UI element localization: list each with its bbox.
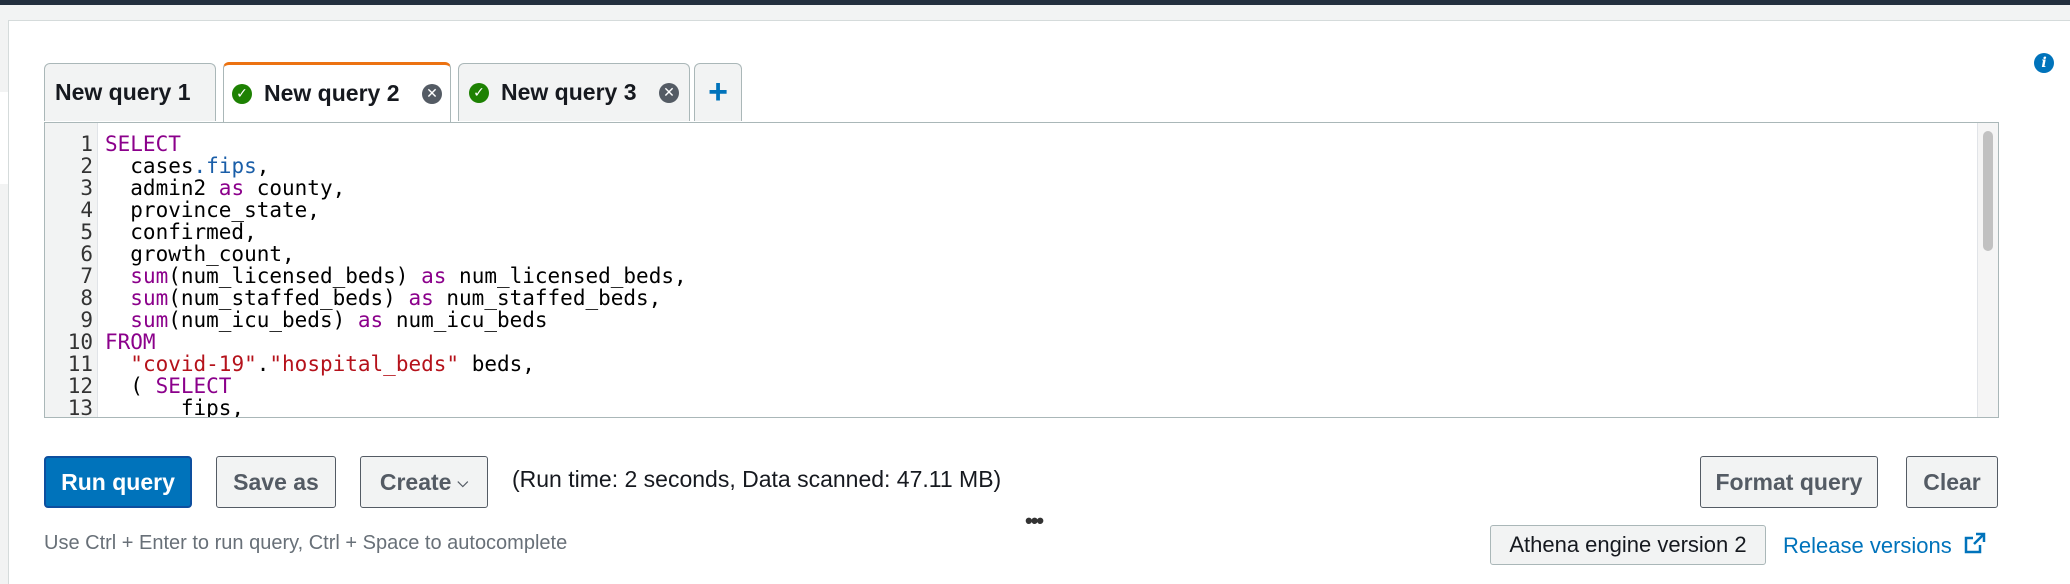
code-line: growth_count, <box>105 243 1968 265</box>
line-number: 12 <box>67 374 93 398</box>
code-line: FROM <box>105 331 1968 353</box>
line-number: 1 <box>80 132 93 156</box>
code-token: . <box>256 352 270 376</box>
code-line: SELECT <box>105 133 1968 155</box>
code-token: "covid-19" <box>130 352 257 376</box>
tab-label: New query 3 <box>501 79 637 105</box>
chevron-down-icon: ⌵ <box>457 473 469 490</box>
code-token: beds, <box>459 352 535 376</box>
code-token: as <box>218 176 245 200</box>
create-label: Create <box>379 468 452 495</box>
line-number: 9 <box>80 308 93 332</box>
save-as-label: Save as <box>233 468 319 495</box>
code-token: sum <box>130 286 169 310</box>
add-tab-button[interactable]: + <box>694 63 742 121</box>
code-token: cases <box>105 154 194 178</box>
code-token: (num_staffed_beds) <box>168 286 409 310</box>
external-link-icon <box>1964 532 1986 560</box>
clear-label: Clear <box>1923 468 1981 495</box>
line-number-gutter: 1 2 3 4 5 6 7 8 9 10 11 12 13 <box>45 123 98 417</box>
side-panel-toggle[interactable] <box>0 92 9 184</box>
tab-new-query-1[interactable]: New query 1 <box>44 63 216 121</box>
line-number: 2 <box>80 154 93 178</box>
code-token: as <box>421 264 447 288</box>
code-line: fips, <box>105 396 1968 418</box>
engine-version-badge: Athena engine version 2 <box>1490 525 1766 565</box>
run-query-label: Run query <box>61 468 175 495</box>
release-versions-link[interactable]: Release versions <box>1783 532 1986 560</box>
code-line: sum(num_icu_beds) as num_icu_beds <box>105 309 1968 331</box>
format-query-button[interactable]: Format query <box>1700 456 1878 508</box>
header-strip <box>0 5 2070 21</box>
code-token: (num_icu_beds) <box>168 308 358 332</box>
tab-label: New query 1 <box>55 79 191 105</box>
create-dropdown-button[interactable]: Create ⌵ <box>360 456 488 508</box>
code-line: sum(num_staffed_beds) as num_staffed_bed… <box>105 287 1968 309</box>
code-token: num_icu_beds <box>383 308 548 332</box>
tab-new-query-3[interactable]: ✓ New query 3 ✕ <box>458 63 690 121</box>
check-circle-icon: ✓ <box>469 82 489 103</box>
code-token: SELECT <box>105 132 181 156</box>
code-token: num_staffed_beds, <box>433 286 662 310</box>
line-number: 10 <box>67 330 93 354</box>
tab-label: New query 2 <box>264 80 400 106</box>
resize-handle[interactable]: ••• <box>1025 508 1044 534</box>
run-query-button[interactable]: Run query <box>44 456 192 508</box>
code-token: ( <box>105 374 156 398</box>
code-token: "hospital_beds" <box>269 352 460 376</box>
code-token: growth_count, <box>105 242 295 266</box>
code-token: .fips <box>193 154 257 178</box>
close-icon[interactable]: ✕ <box>659 82 679 103</box>
sql-editor[interactable]: 1 2 3 4 5 6 7 8 9 10 11 12 13 SELECT cases.fips, adm… <box>44 122 1999 418</box>
line-number: 3 <box>80 176 93 200</box>
line-number: 11 <box>67 352 93 376</box>
code-token: confirmed, <box>105 220 257 244</box>
code-token: sum <box>130 308 169 332</box>
line-number: 4 <box>80 198 93 222</box>
clear-button[interactable]: Clear <box>1906 456 1998 508</box>
engine-version-label: Athena engine version 2 <box>1509 532 1747 557</box>
code-token: province_state, <box>105 198 320 222</box>
code-token: , <box>256 154 270 178</box>
run-stats: (Run time: 2 seconds, Data scanned: 47.1… <box>512 466 1002 492</box>
info-icon[interactable]: i <box>2034 53 2054 73</box>
line-number: 5 <box>80 220 93 244</box>
code-token: num_licensed_beds, <box>446 264 687 288</box>
line-number: 7 <box>80 264 93 288</box>
code-token: admin2 <box>105 176 219 200</box>
save-as-button[interactable]: Save as <box>216 456 336 508</box>
code-token: SELECT <box>155 374 232 398</box>
line-number: 13 <box>67 396 93 418</box>
plus-icon: + <box>708 73 728 111</box>
code-area[interactable]: SELECT cases.fips, admin2 as county, pro… <box>105 133 1968 418</box>
code-token: sum <box>130 264 169 288</box>
editor-scrollbar[interactable] <box>1977 123 1998 417</box>
code-token: county, <box>244 176 346 200</box>
code-token: fips, <box>105 396 245 418</box>
release-versions-label: Release versions <box>1783 533 1952 558</box>
check-circle-icon: ✓ <box>232 83 252 104</box>
code-token: (num_licensed_beds) <box>168 264 422 288</box>
tab-new-query-2[interactable]: ✓ New query 2 ✕ <box>223 62 451 122</box>
code-token: as <box>408 286 434 310</box>
line-number: 8 <box>80 286 93 310</box>
code-line: province_state, <box>105 199 1968 221</box>
code-line: cases.fips, <box>105 155 1968 177</box>
line-number: 6 <box>80 242 93 266</box>
code-token: as <box>357 308 384 332</box>
code-line: "covid-19"."hospital_beds" beds, <box>105 353 1968 375</box>
code-line: confirmed, <box>105 221 1968 243</box>
format-query-label: Format query <box>1715 468 1863 495</box>
scrollbar-thumb[interactable] <box>1983 131 1993 251</box>
close-icon[interactable]: ✕ <box>422 83 442 104</box>
code-token: FROM <box>105 330 156 354</box>
code-line: sum(num_licensed_beds) as num_licensed_b… <box>105 265 1968 287</box>
keyboard-hint: Use Ctrl + Enter to run query, Ctrl + Sp… <box>44 532 568 554</box>
code-line: ( SELECT <box>105 375 1968 397</box>
code-line: admin2 as county, <box>105 177 1968 199</box>
